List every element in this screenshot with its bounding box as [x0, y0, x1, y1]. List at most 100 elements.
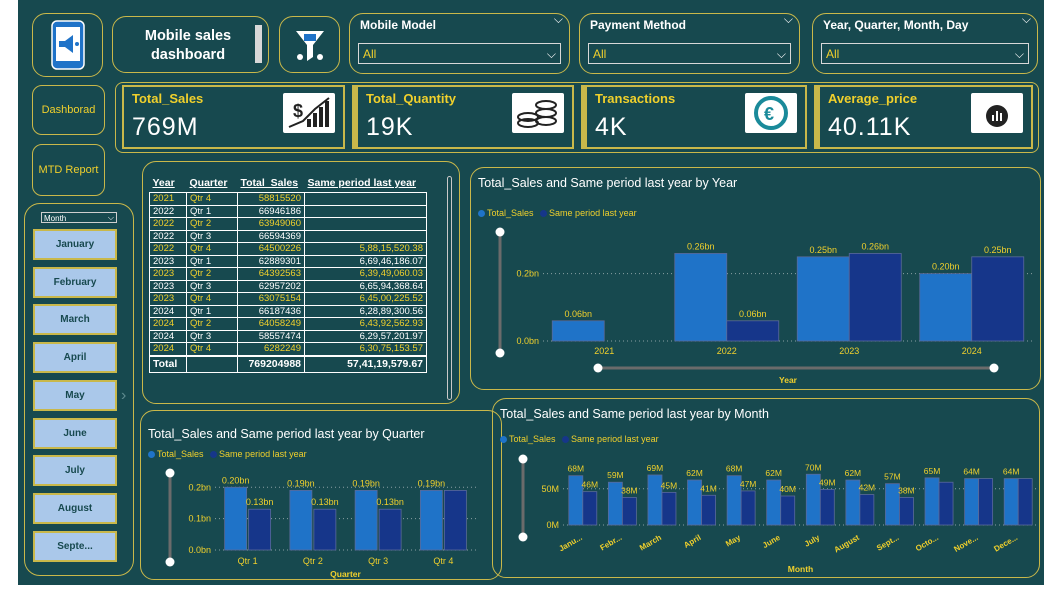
table-cell: Qtr 1 — [186, 304, 238, 318]
y-slider-bottom-handle[interactable] — [518, 532, 528, 542]
y-slider-top-handle[interactable] — [518, 454, 528, 464]
table-row: 2023 Qtr 4 63075154 6,45,00,225.52 — [149, 292, 427, 306]
x-tick-label: Febr... — [598, 533, 623, 553]
coins-stack-icon — [512, 93, 564, 133]
nav-dashboard-button[interactable]: Dashborad — [32, 85, 105, 135]
slicer-mobile-model[interactable]: Mobile Model ⌵ All ⌵ — [349, 12, 570, 74]
bar-same-period[interactable] — [971, 256, 1025, 342]
table-cell: Qtr 3 — [186, 329, 238, 343]
bar-total-sales[interactable] — [964, 478, 980, 526]
y-slider-top-handle[interactable] — [495, 227, 505, 237]
table-scrollbar[interactable] — [447, 176, 452, 400]
month-button-7[interactable]: August — [33, 492, 117, 524]
nav-mtd-report-label: MTD Report — [38, 164, 99, 176]
table-cell: 58557474 — [237, 329, 305, 343]
x-slider-right-handle[interactable] — [989, 363, 999, 373]
chart-by-month: 0M 50M 68M 46M Janu... 59M 38M Febr... 69M 45M Mar… — [518, 454, 1038, 574]
table-cell: 64392563 — [237, 267, 305, 281]
bar-same-period[interactable] — [378, 508, 402, 551]
average-price-icon — [971, 93, 1023, 133]
month-button-2[interactable]: March — [33, 304, 117, 336]
dashboard-title-line2: dashboard — [150, 47, 226, 63]
bar-total-sales[interactable] — [796, 256, 850, 342]
svg-text:$: $ — [293, 101, 303, 121]
table-cell — [304, 204, 427, 218]
bar-same-period[interactable] — [621, 497, 637, 526]
bar-total-sales[interactable] — [224, 486, 248, 551]
data-label: 70M — [805, 462, 822, 472]
month-slicer-panel: Month ⌵ January February March April May June… — [24, 203, 134, 576]
chevron-right-icon[interactable]: › — [121, 387, 126, 405]
kpi-transactions-title: Transactions — [595, 91, 676, 106]
legend-total-sales: Total_Sales — [157, 449, 204, 459]
bar-same-period[interactable] — [726, 320, 780, 342]
slicer-payment-method[interactable]: Payment Method ⌵ All ⌵ — [579, 12, 800, 74]
month-button-1[interactable]: February — [33, 266, 117, 298]
bar-total-sales[interactable] — [419, 490, 443, 551]
month-button-8[interactable]: Septe... — [33, 530, 117, 562]
euro-exchange-icon: € — [745, 93, 797, 133]
bar-same-period[interactable] — [661, 491, 677, 526]
data-label: 0.19bn — [287, 478, 315, 488]
data-label: 0.26bn — [861, 241, 889, 251]
table-header-cell[interactable]: Same period last year — [304, 174, 427, 193]
month-slicer-dropdown[interactable]: Month ⌵ — [41, 212, 117, 223]
mobile-model-dropdown[interactable]: All ⌵ — [358, 43, 561, 64]
slicer-collapse-icon[interactable]: ⌵ — [554, 12, 563, 27]
bar-total-sales[interactable] — [1003, 478, 1019, 526]
bar-same-period[interactable] — [740, 490, 756, 526]
slicer-collapse-icon[interactable]: ⌵ — [1022, 12, 1031, 27]
month-button-4[interactable]: May — [33, 379, 117, 411]
y-slider-bottom-handle[interactable] — [495, 348, 505, 358]
table-cell: Qtr 4 — [186, 292, 238, 306]
table-header-cell[interactable]: Total_Sales — [237, 174, 305, 193]
bar-same-period[interactable] — [899, 497, 914, 526]
bar-same-period[interactable] — [848, 253, 902, 342]
data-label: 46M — [582, 480, 599, 490]
bar-total-sales[interactable] — [674, 253, 728, 342]
month-button-3[interactable]: April — [33, 342, 117, 374]
table-cell: 6282249 — [237, 342, 305, 356]
bar-same-period[interactable] — [780, 495, 796, 526]
logo-tile — [32, 13, 103, 77]
month-button-0[interactable]: January — [33, 229, 117, 260]
slicer-date-hierarchy[interactable]: Year, Quarter, Month, Day ⌵ All ⌵ — [812, 12, 1038, 74]
bar-total-sales[interactable] — [354, 490, 378, 551]
bar-same-period[interactable] — [443, 490, 467, 551]
data-label: 0.13bn — [311, 497, 339, 507]
slicer-collapse-icon[interactable]: ⌵ — [784, 12, 793, 27]
bar-same-period[interactable] — [938, 481, 954, 526]
data-label: 49M — [819, 477, 836, 487]
bar-same-period[interactable] — [859, 494, 875, 526]
bar-total-sales[interactable] — [919, 273, 973, 342]
sales-table: Year Quarter Total_Sales Same period last y… — [149, 174, 427, 373]
nav-mtd-report-button[interactable]: MTD Report — [32, 144, 105, 196]
x-tick-label: May — [724, 533, 742, 549]
bar-same-period[interactable] — [313, 508, 337, 551]
y-slider-top-handle[interactable] — [165, 468, 175, 478]
bar-same-period[interactable] — [1017, 478, 1033, 526]
bar-same-period[interactable] — [701, 494, 716, 526]
bar-same-period[interactable] — [819, 489, 835, 526]
bar-total-sales[interactable] — [924, 477, 940, 526]
data-label: 68M — [726, 464, 743, 474]
bar-same-period[interactable] — [582, 491, 598, 526]
data-label: 64M — [1003, 467, 1020, 477]
table-header-cell[interactable]: Quarter — [186, 174, 238, 193]
table-cell: Qtr 2 — [186, 217, 238, 231]
bar-total-sales[interactable] — [289, 490, 313, 551]
month-button-5[interactable]: June — [33, 417, 117, 449]
data-label: 0.06bn — [564, 309, 592, 319]
filter-button[interactable] — [279, 16, 340, 73]
date-hierarchy-dropdown[interactable]: All ⌵ — [821, 43, 1029, 64]
bar-total-sales[interactable] — [551, 320, 605, 342]
bar-same-period[interactable] — [978, 478, 994, 526]
payment-method-dropdown[interactable]: All ⌵ — [588, 43, 791, 64]
table-cell: 63075154 — [237, 292, 305, 306]
y-slider-bottom-handle[interactable] — [165, 557, 175, 567]
month-button-6[interactable]: July — [33, 455, 117, 487]
dashboard-title-tile: Mobile sales dashboard — [112, 16, 269, 73]
x-slider-left-handle[interactable] — [593, 363, 603, 373]
table-header-cell[interactable]: Year — [149, 174, 187, 193]
bar-same-period[interactable] — [248, 508, 272, 551]
